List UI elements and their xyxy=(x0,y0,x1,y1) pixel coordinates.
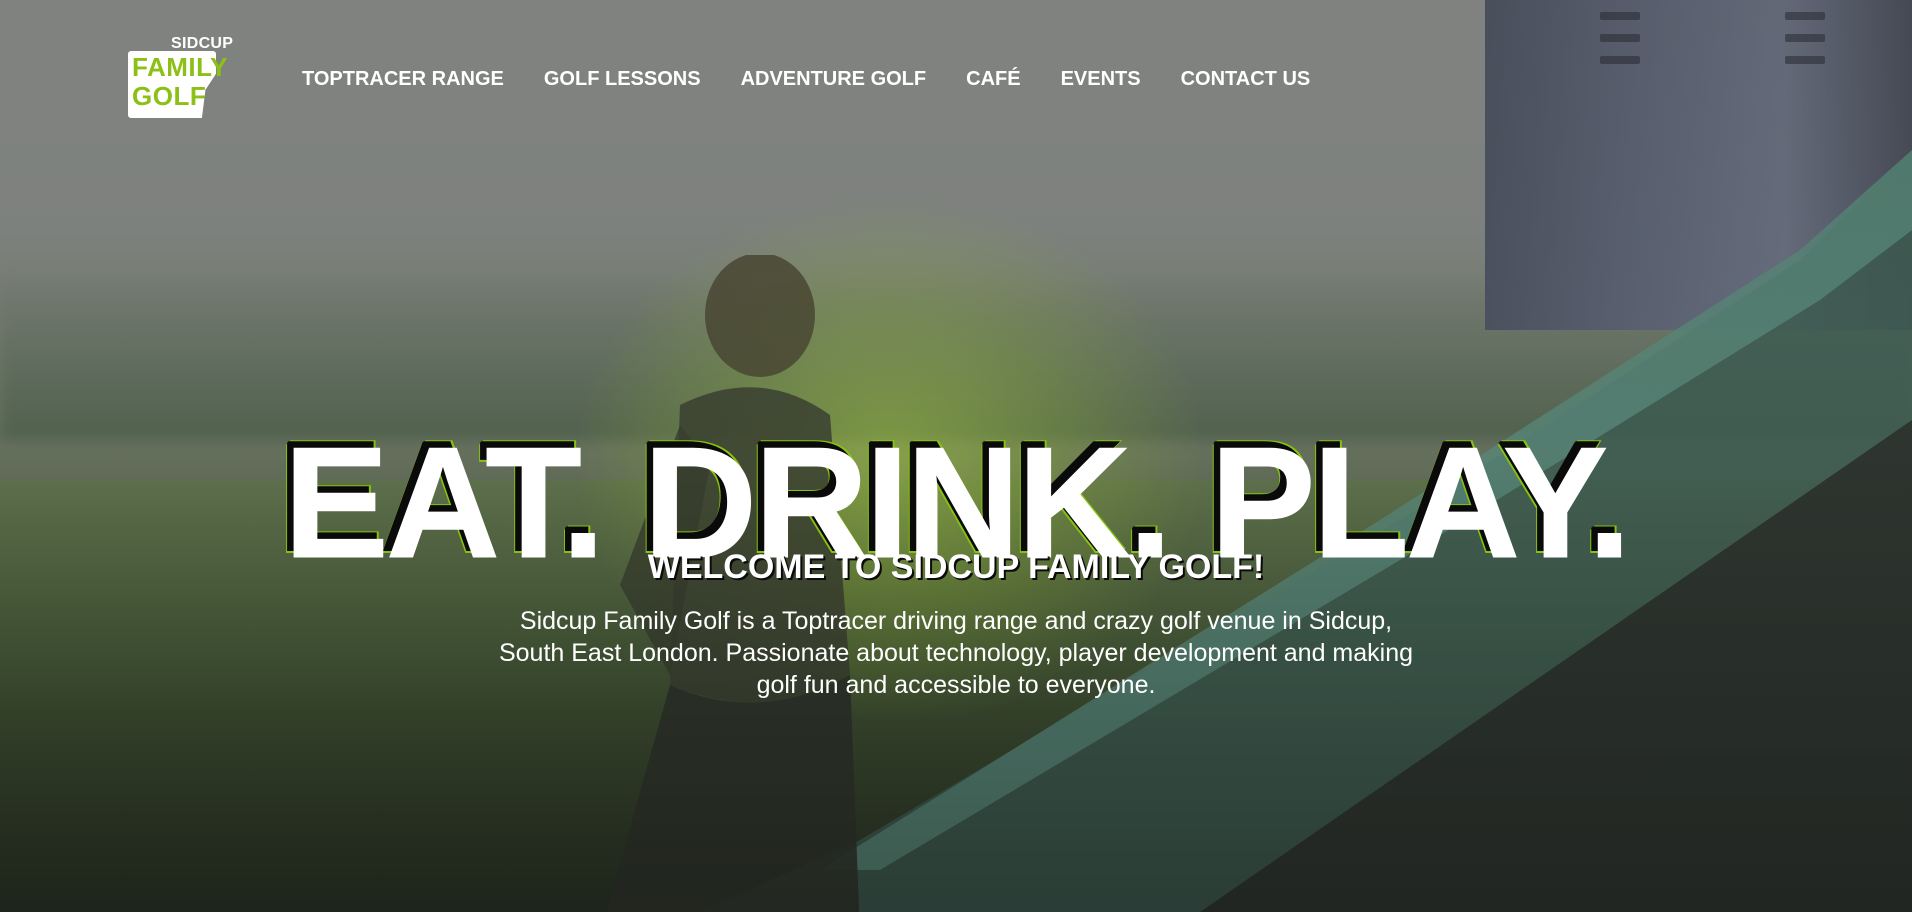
nav-item-events[interactable]: EVENTS xyxy=(1061,68,1141,91)
logo-line-family: FAMILY xyxy=(132,52,228,82)
nav-item-contact-us[interactable]: CONTACT US xyxy=(1181,68,1311,91)
logo-line-golf: GOLF xyxy=(132,81,207,111)
nav-item-adventure-golf[interactable]: ADVENTURE GOLF xyxy=(741,68,927,91)
nav-item-toptracer-range[interactable]: TOPTRACER RANGE xyxy=(302,68,504,91)
site-logo[interactable]: SIDCUP FAMILY GOLF xyxy=(128,34,238,120)
hero-subheading: WELCOME TO SIDCUP FAMILY GOLF! xyxy=(647,548,1265,587)
nav-item-golf-lessons[interactable]: GOLF LESSONS xyxy=(544,68,701,91)
hero-intro-text: Sidcup Family Golf is a Toptracer drivin… xyxy=(498,607,1414,699)
main-nav: TOPTRACER RANGE GOLF LESSONS ADVENTURE G… xyxy=(302,68,1350,91)
nav-item-cafe[interactable]: CAFÉ xyxy=(966,68,1020,91)
site-header: SIDCUP FAMILY GOLF TOPTRACER RANGE GOLF … xyxy=(0,0,1912,140)
logo-top-text: SIDCUP xyxy=(171,35,234,52)
